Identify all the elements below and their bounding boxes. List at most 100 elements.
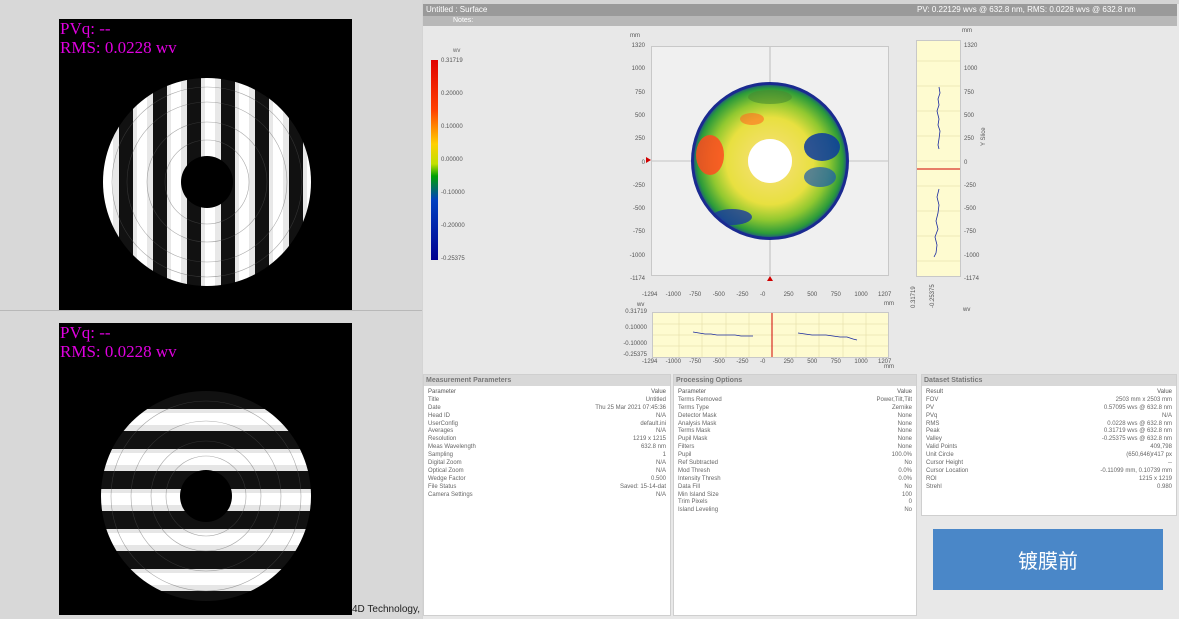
yprof-unit: mm: [962, 28, 972, 34]
map-y-tick: -1000: [629, 252, 645, 259]
x-cursor-marker[interactable]: [767, 276, 773, 281]
table-title: Measurement Parameters: [424, 375, 670, 386]
row-value: No: [904, 460, 912, 467]
xprof-x-tick: -0: [760, 359, 766, 365]
table-body: Parameter Value Terms Removed Power,Tilt,Ti…: [674, 389, 916, 515]
table-row: File Status Saved: 15-14-dat: [424, 484, 670, 492]
row-key: Averages: [428, 428, 454, 435]
row-key: Unit Circle: [926, 452, 954, 459]
map-y-tick: 1000: [631, 66, 645, 73]
measurement-parameters-table: Measurement Parameters Parameter Value Tit…: [423, 374, 671, 616]
row-key: Resolution: [428, 436, 457, 443]
window-title: Untitled : Surface: [426, 5, 488, 14]
row-key: Island Leveling: [678, 507, 719, 514]
row-key: Terms Mask: [678, 428, 711, 435]
colorbar-label: 0.10000: [441, 124, 463, 130]
xprof-x-tick: -500: [712, 359, 725, 365]
fringe-image-vertical: PVq: -- RMS: 0.0228 wv: [59, 19, 352, 311]
y-cursor-marker[interactable]: [646, 157, 651, 163]
table-row: Resolution 1219 x 1215: [424, 436, 670, 444]
row-value: 0.57095 wvs @ 632.8 nm: [1103, 404, 1172, 411]
row-value: 0.0%: [898, 475, 912, 482]
column-header: Value: [897, 389, 912, 395]
row-value: -0.25375 wvs @ 632.8 nm: [1101, 436, 1172, 443]
colorbar-label: -0.20000: [441, 223, 465, 229]
row-key: Valid Points: [926, 444, 958, 451]
row-key: Sampling: [428, 452, 454, 459]
table-row: Peak 0.31719 wvs @ 632.8 nm: [922, 428, 1176, 436]
colorbar-label: 0.31719: [441, 58, 463, 64]
table-row: PV 0.57095 wvs @ 632.8 nm: [922, 405, 1176, 413]
map-x-tick: -750: [689, 292, 702, 298]
yprof-y-tick: -500: [964, 206, 977, 213]
notes-label: Notes:: [453, 17, 474, 24]
column-header: Result: [926, 389, 944, 395]
row-value: 0: [908, 499, 912, 506]
table-row: Ref Subtracted No: [674, 460, 916, 468]
table-row: Terms Removed Power,Tilt,Tilt: [674, 397, 916, 405]
xprof-x-tick: -1294: [642, 359, 658, 365]
column-header: Value: [651, 389, 666, 395]
row-value: 0.980: [1156, 483, 1172, 490]
row-value: 100: [901, 491, 912, 498]
row-key: Strehl: [926, 483, 942, 490]
dataset-statistics-table: Dataset Statistics Result Value FOV 2503 mm…: [921, 374, 1177, 516]
row-key: RMS: [926, 420, 940, 427]
row-key: Data Fill: [678, 483, 701, 490]
row-value: 1219 x 1215: [632, 436, 666, 443]
surface-map[interactable]: [646, 46, 889, 281]
row-value: 632.8 nm: [640, 444, 666, 451]
yprof-y-tick: 1000: [964, 66, 978, 73]
row-key: Pupil: [678, 452, 692, 459]
table-row: Trim Pixels 0: [674, 499, 916, 507]
map-y-tick: 1320: [631, 43, 645, 49]
plot-area: wv 0.31719 0.20000 0.10000 0.00000 -0.10000-: [423, 26, 1177, 372]
row-value: 0.500: [650, 475, 666, 482]
x-slice-profile[interactable]: [652, 312, 889, 358]
row-value: (650,646)r417 px: [1126, 452, 1172, 459]
map-y-tick: -500: [632, 206, 645, 213]
table-row: Strehl 0.980: [922, 484, 1176, 492]
map-x-tick: -0: [760, 292, 766, 298]
surface-map-plot: [652, 47, 888, 275]
row-value: 100.0%: [891, 452, 912, 459]
table-row: Averages N/A: [424, 428, 670, 436]
row-key: Ref Subtracted: [678, 460, 719, 467]
map-y-tick: 500: [634, 112, 645, 119]
row-value: Thu 25 Mar 2021 07:45:36: [595, 404, 666, 411]
pv-readout: PVq: --: [60, 19, 111, 38]
fringe-image-horizontal: PVq: -- RMS: 0.0228 wv: [59, 323, 352, 615]
row-value: None: [897, 444, 912, 451]
horizontal-fringe-pattern: [59, 323, 352, 615]
y-slice-profile[interactable]: [916, 40, 961, 277]
notes-bar[interactable]: Notes:: [423, 16, 1177, 26]
table-row: Meas Wavelength 632.8 nm: [424, 444, 670, 452]
table-row: Sampling 1: [424, 452, 670, 460]
row-key: Analysis Mask: [678, 420, 717, 427]
table-row: Wedge Factor 0.500: [424, 476, 670, 484]
column-header: Parameter: [428, 389, 457, 395]
row-value: N/A: [1161, 412, 1172, 419]
row-value: default.ini: [640, 420, 666, 427]
yprof-y-tick: 1320: [964, 43, 978, 49]
row-value: Saved: 15-14-dat: [619, 483, 666, 490]
map-x-tick: 750: [830, 292, 841, 298]
row-value: None: [897, 420, 912, 427]
row-value: 0.0%: [898, 467, 912, 474]
row-value: N/A: [655, 467, 666, 474]
xprof-y-tick: 0.10000: [625, 325, 647, 331]
xprof-x-tick: 750: [830, 359, 841, 365]
table-row: Terms Type Zernike: [674, 405, 916, 413]
rms-readout: RMS: 0.0228 wv: [60, 342, 177, 361]
table-row: PVq N/A: [922, 413, 1176, 421]
row-value: None: [897, 436, 912, 443]
table-row: Pupil Mask None: [674, 436, 916, 444]
table-row: Cursor Height --: [922, 460, 1176, 468]
row-value: Untitled: [645, 396, 666, 403]
yprof-y-tick: 750: [964, 89, 975, 96]
row-value: N/A: [655, 412, 666, 419]
table-row: Min Island Size 100: [674, 492, 916, 500]
row-key: Date: [428, 404, 441, 411]
xprof-x-tick: 250: [783, 359, 794, 365]
map-x-tick: 1000: [854, 292, 868, 298]
